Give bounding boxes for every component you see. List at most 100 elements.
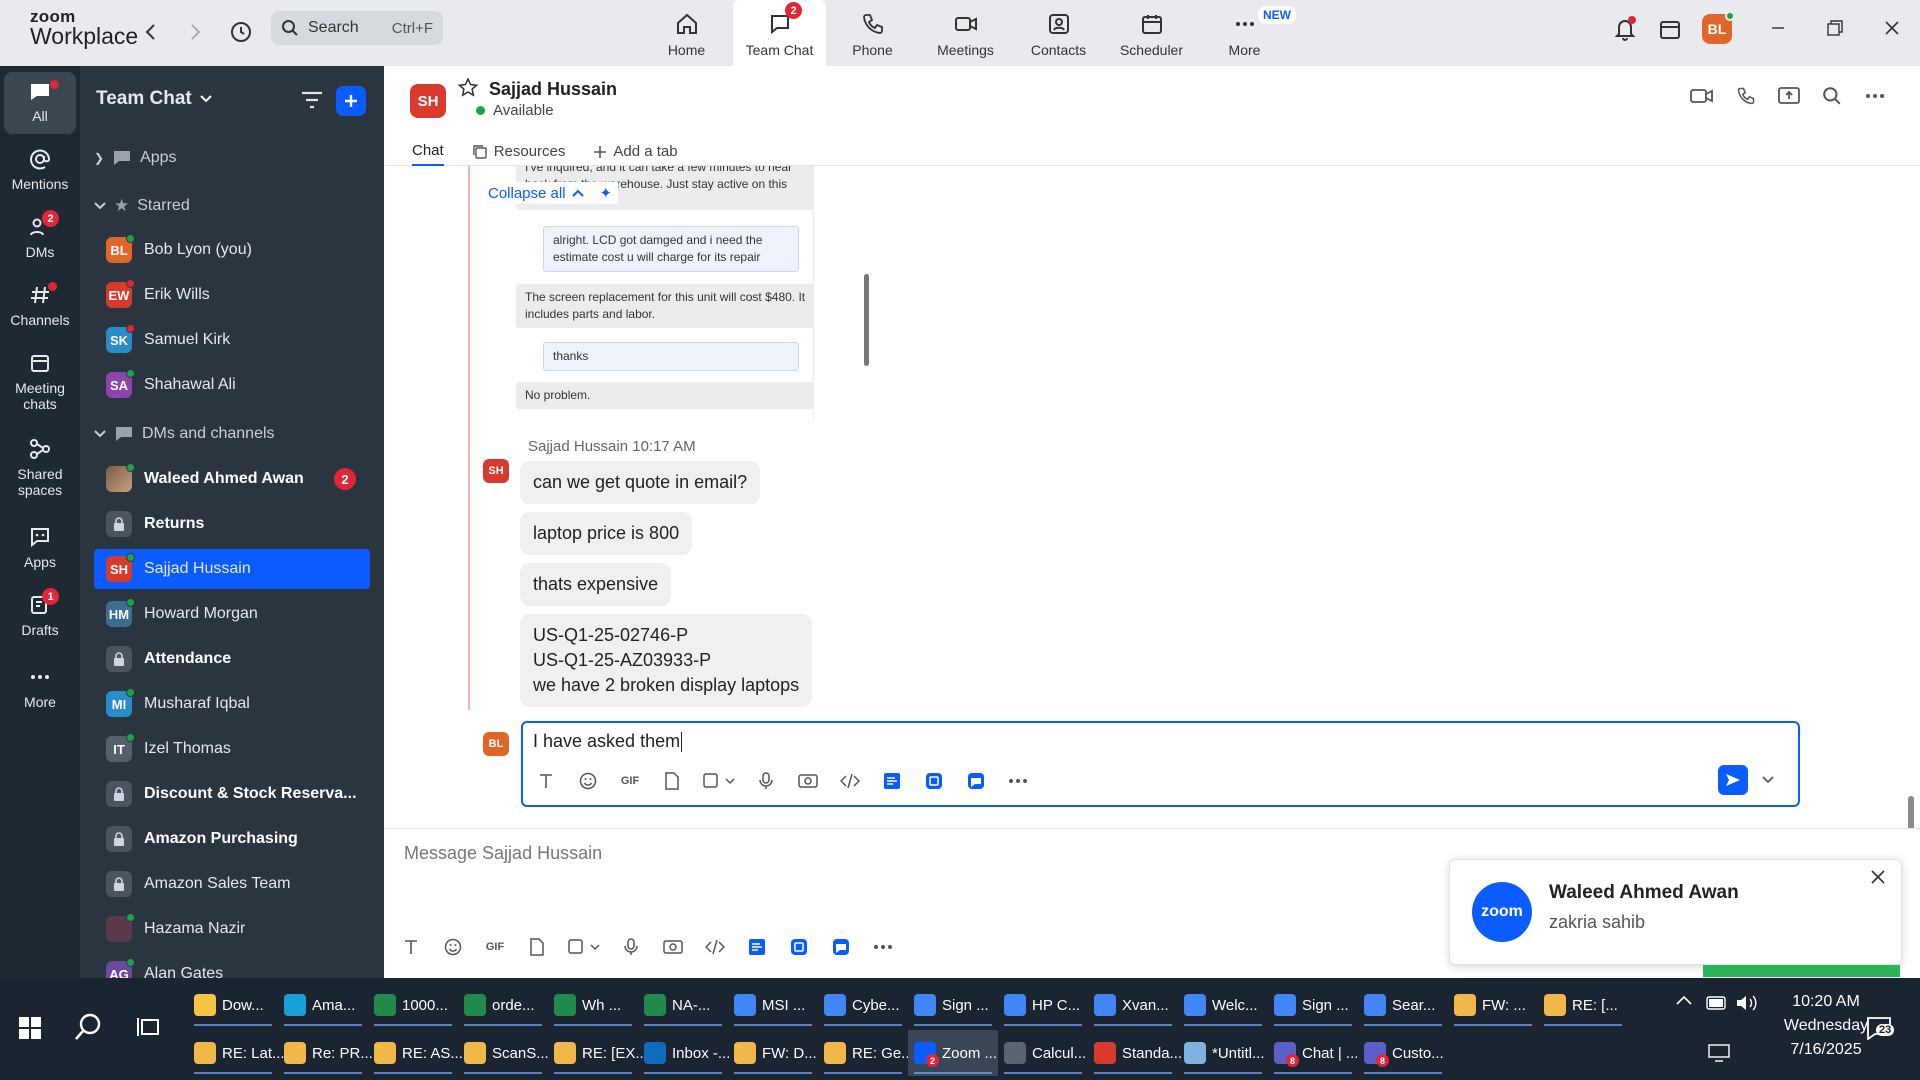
reply-composer[interactable]: I have asked them GIF	[521, 721, 1800, 807]
nav-contacts[interactable]: Contacts	[1012, 0, 1105, 66]
rail-shared-spaces[interactable]: Shared spaces	[4, 438, 76, 498]
quoted-scrollbar[interactable]	[864, 274, 869, 366]
taskbar-clock[interactable]: 10:20 AM Wednesday 7/16/2025	[1776, 990, 1876, 1062]
app-icon[interactable]	[778, 933, 820, 961]
video-message-icon[interactable]	[787, 767, 829, 795]
taskbar-app[interactable]: HP C...	[998, 982, 1088, 1028]
send-options-chevron-icon[interactable]	[1762, 771, 1774, 789]
taskbar-app[interactable]: 1000...	[368, 982, 458, 1028]
taskbar-app[interactable]: Sear...	[1358, 982, 1448, 1028]
sidebar-item-channel[interactable]: Waleed Ahmed Awan 2	[94, 459, 370, 499]
sidebar-item-starred[interactable]: SK Samuel Kirk	[94, 320, 370, 360]
nav-scheduler[interactable]: Scheduler	[1105, 0, 1198, 66]
taskbar-app[interactable]: Re: PR...	[278, 1030, 373, 1076]
more-options-icon[interactable]	[1864, 86, 1886, 111]
sidebar-item-channel[interactable]: IT Izel Thomas	[94, 729, 370, 769]
contact-name[interactable]: Sajjad Hussain	[489, 79, 617, 100]
sidebar-item-channel[interactable]: Hazama Nazir	[94, 909, 370, 949]
maximize-button[interactable]	[1806, 0, 1863, 56]
video-message-icon[interactable]	[652, 933, 694, 961]
emoji-icon[interactable]	[432, 933, 474, 961]
compose-button[interactable]	[336, 86, 366, 116]
gif-icon[interactable]: GIF	[474, 933, 516, 961]
task-view-icon[interactable]	[136, 1016, 160, 1043]
message-bubble[interactable]: US-Q1-25-02746-P US-Q1-25-AZ03933-P we h…	[520, 614, 813, 707]
sidebar-item-channel[interactable]: SH Sajjad Hussain	[94, 549, 370, 589]
star-icon[interactable]	[457, 77, 479, 103]
back-arrow-icon[interactable]	[136, 17, 166, 47]
screenshot-icon[interactable]	[693, 767, 745, 795]
nav-phone[interactable]: Phone	[826, 0, 919, 66]
nav-meetings[interactable]: Meetings	[919, 0, 1012, 66]
user-avatar[interactable]: BL	[1702, 11, 1735, 44]
calendar-app-icon[interactable]	[1655, 14, 1685, 44]
sidebar-item-channel[interactable]: Attendance	[94, 639, 370, 679]
taskbar-app[interactable]: Xvan...	[1088, 982, 1178, 1028]
section-starred[interactable]: ★ Starred	[94, 196, 190, 216]
taskbar-app[interactable]: RE: [...	[1538, 982, 1628, 1028]
history-icon[interactable]	[226, 17, 256, 47]
taskbar-app[interactable]: RE: AS...	[368, 1030, 463, 1076]
volume-icon[interactable]	[1736, 994, 1758, 1017]
tray-chevron-up-icon[interactable]	[1676, 992, 1692, 1010]
taskbar-app[interactable]: 8 Custo...	[1358, 1030, 1448, 1076]
minimize-button[interactable]	[1749, 0, 1806, 56]
tab-resources[interactable]: Resources	[472, 137, 565, 166]
rail-drafts[interactable]: 1 Drafts	[4, 588, 76, 638]
rail-meeting-chats[interactable]: Meeting chats	[4, 352, 76, 412]
microphone-icon[interactable]	[745, 767, 787, 795]
collapse-all-button[interactable]: Collapse all ✦	[482, 182, 619, 204]
format-text-icon[interactable]	[525, 767, 567, 795]
taskbar-app[interactable]: FW: ...	[1448, 982, 1538, 1028]
nav-more[interactable]: NEW More	[1198, 0, 1296, 66]
microphone-icon[interactable]	[610, 933, 652, 961]
notification-toast[interactable]: zoom Waleed Ahmed Awan zakria sahib	[1449, 859, 1902, 965]
more-icon[interactable]	[997, 767, 1039, 795]
rail-mentions[interactable]: Mentions	[4, 148, 76, 192]
sidebar-item-starred[interactable]: BL Bob Lyon (you)	[94, 230, 370, 270]
taskbar-app[interactable]: NA-...	[638, 982, 728, 1028]
file-icon[interactable]	[516, 933, 558, 961]
taskbar-app[interactable]: orde...	[458, 982, 548, 1028]
app-icon[interactable]	[820, 933, 862, 961]
taskbar-app[interactable]: RE: [EX...	[548, 1030, 648, 1076]
sidebar-item-channel[interactable]: HM Howard Morgan	[94, 594, 370, 634]
message-bubble[interactable]: laptop price is 800	[520, 512, 693, 555]
filter-icon[interactable]	[301, 90, 323, 115]
close-icon[interactable]	[1871, 868, 1885, 889]
app-icon[interactable]	[955, 767, 997, 795]
section-apps[interactable]: ❯ Apps	[94, 149, 177, 167]
display-icon[interactable]	[1708, 1044, 1730, 1067]
bell-icon[interactable]	[1610, 14, 1640, 44]
notification-center-icon[interactable]: 23	[1866, 1016, 1895, 1045]
file-icon[interactable]	[651, 767, 693, 795]
taskbar-app[interactable]: Inbox -...	[638, 1030, 730, 1076]
taskbar-app[interactable]: Standa...	[1088, 1030, 1182, 1076]
sidebar-item-channel[interactable]: MI Musharaf Iqbal	[94, 684, 370, 724]
taskbar-app[interactable]: 8 Chat | ...	[1268, 1030, 1358, 1076]
search-icon[interactable]	[1822, 86, 1842, 111]
search-box[interactable]: Search Ctrl+F	[271, 11, 443, 45]
sparkle-icon[interactable]: ✦	[600, 184, 613, 202]
taskbar-app[interactable]: FW: D...	[728, 1030, 818, 1076]
sidebar-item-starred[interactable]: SA Shahawal Ali	[94, 365, 370, 405]
app-icon[interactable]	[736, 933, 778, 961]
nav-home[interactable]: Home	[640, 0, 733, 66]
gif-icon[interactable]: GIF	[609, 767, 651, 795]
rail-apps[interactable]: Apps	[4, 526, 76, 570]
close-button[interactable]	[1863, 0, 1920, 56]
sidebar-item-channel[interactable]: Discount & Stock Reserva...	[94, 774, 370, 814]
nav-team-chat[interactable]: 2 Team Chat	[733, 0, 826, 66]
sidebar-item-channel[interactable]: Returns	[94, 504, 370, 544]
video-call-icon[interactable]	[1690, 86, 1714, 111]
more-icon[interactable]	[862, 933, 904, 961]
message-bubble[interactable]: can we get quote in email?	[520, 461, 761, 504]
reply-input[interactable]: I have asked them	[533, 731, 683, 753]
rail-all[interactable]: All	[4, 72, 76, 134]
app-icon[interactable]	[913, 767, 955, 795]
sidebar-item-starred[interactable]: EW Erik Wills	[94, 275, 370, 315]
taskbar-app[interactable]: RE: Lat...	[188, 1030, 285, 1076]
section-dms[interactable]: DMs and channels	[94, 425, 275, 443]
taskbar-search-icon[interactable]	[74, 1012, 104, 1047]
screenshot-icon[interactable]	[558, 933, 610, 961]
